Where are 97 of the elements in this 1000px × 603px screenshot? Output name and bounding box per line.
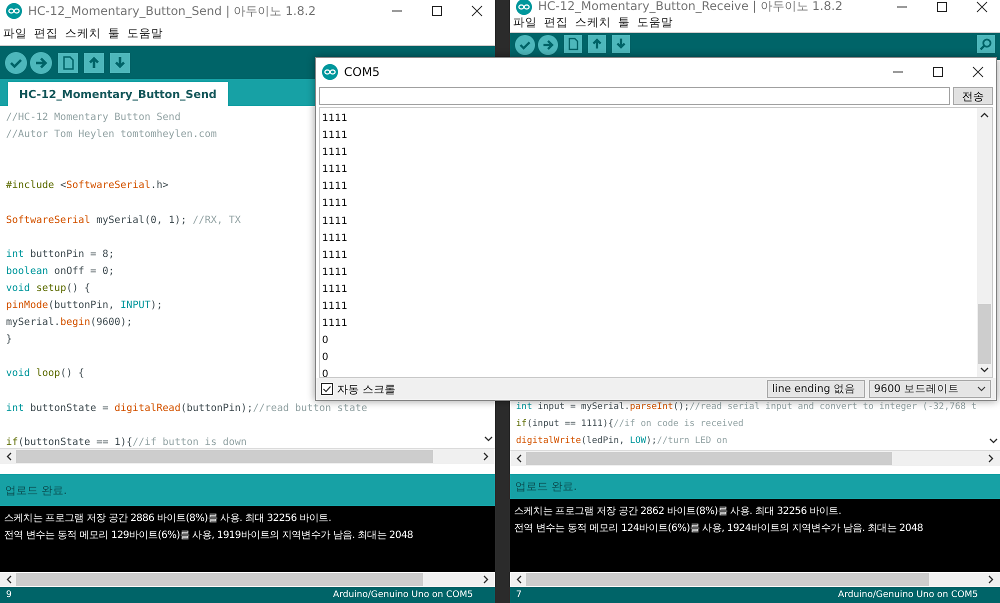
window-title: HC-12_Momentary_Button_Receive | 아두이노 1.8.2 <box>538 0 843 13</box>
code-line: digitalWrite(ledPin, LOW);//turn LED on <box>516 434 728 448</box>
status-message: 업로드 완료. <box>5 482 67 498</box>
output-line: 1111 <box>322 163 348 178</box>
output-line: 1111 <box>322 129 348 144</box>
console-line: 전역 변수는 동적 메모리 129바이트(6%)를 사용, 1919바이트의 지역변수가 남음. 최대는 2048 <box>4 529 414 543</box>
console-line: 스케치는 프로그램 저장 공간 2862 바이트(8%)를 사용. 최대 32256 바이트. <box>514 505 842 519</box>
code-line: #include <SoftwareSerial.h> <box>6 179 169 194</box>
down-chevron-icon[interactable] <box>980 367 989 373</box>
arduino-logo-icon <box>6 3 22 19</box>
left-chevron-icon[interactable] <box>6 575 12 584</box>
status-message: 업로드 완료. <box>515 479 577 494</box>
code-line: boolean onOff = 0; <box>6 264 114 279</box>
dropdown[interactable]: 9600 보드레이트 <box>869 380 991 398</box>
close-icon[interactable] <box>972 66 984 78</box>
close-icon[interactable] <box>471 5 483 17</box>
close-icon[interactable] <box>976 0 988 12</box>
output-line: 1111 <box>322 180 348 194</box>
board-info: Arduino/Genuino Uno on COM5 <box>333 590 473 600</box>
output-line: 1111 <box>322 232 348 246</box>
scrollbar-thumb[interactable] <box>16 573 424 586</box>
output-line: 1111 <box>322 282 348 297</box>
menu-item[interactable]: 스케치 <box>575 15 611 30</box>
maximize-icon[interactable] <box>932 66 944 78</box>
code-line: int buttonPin = 8; <box>6 248 114 262</box>
document-icon[interactable] <box>58 52 78 72</box>
code-line: int input = mySerial.parseInt();//read serial input and convert to integer (-32,768 t <box>516 400 977 414</box>
menu-item[interactable]: 툴 <box>618 15 630 30</box>
board-info: Arduino/Genuino Uno on COM5 <box>838 590 978 600</box>
dropdown[interactable]: line ending 없음 <box>767 380 865 398</box>
left-chevron-icon[interactable] <box>6 452 12 461</box>
scrollbar-thumb[interactable] <box>16 450 433 463</box>
code-line: //HC-12 Momentary Button Send <box>6 111 181 125</box>
input-field[interactable] <box>319 87 950 105</box>
line-number: 9 <box>6 590 12 600</box>
window-title: HC-12_Momentary_Button_Send | 아두이노 1.8.2 <box>28 2 316 20</box>
output-line: 1111 <box>322 146 348 160</box>
maximize-icon[interactable] <box>431 5 443 17</box>
up-chevron-icon[interactable] <box>980 112 989 118</box>
code-line: void loop() { <box>6 367 84 382</box>
arduino-logo-icon <box>322 64 338 80</box>
line-number: 7 <box>516 590 522 600</box>
code-line: pinMode(buttonPin, INPUT); <box>6 299 163 314</box>
output-line: 1111 <box>322 300 348 314</box>
code-line: if(input == 1111){//if on code is received <box>516 418 744 431</box>
document-icon[interactable] <box>564 35 582 53</box>
output-line: 1111 <box>322 112 348 126</box>
down-chevron-icon[interactable] <box>988 438 998 444</box>
menu-item[interactable]: 툴 <box>108 26 120 41</box>
check-icon[interactable] <box>515 35 535 55</box>
menu-item[interactable]: 도움말 <box>127 26 163 41</box>
menu-item[interactable]: 편집 <box>34 26 58 41</box>
down-chevron-icon[interactable] <box>484 436 492 442</box>
console-line: 스케치는 프로그램 저장 공간 2886 바이트(8%)를 사용. 최대 32256 바이트. <box>4 512 332 526</box>
output-line: 0 <box>322 334 330 348</box>
console-line: 전역 변수는 동적 메모리 124바이트(6%)를 사용, 1924바이트의 지역변수가 남음. 최대는 2048 <box>514 522 924 536</box>
window-title: COM5 <box>344 64 380 78</box>
output-line: 1111 <box>322 197 348 212</box>
tab[interactable]: HC-12_Momentary_Button_Send <box>8 82 228 106</box>
left-chevron-icon[interactable] <box>516 575 522 584</box>
menu-item[interactable]: 스케치 <box>65 26 101 41</box>
horizontal-scrollbar[interactable] <box>510 451 1000 466</box>
search-icon[interactable] <box>977 35 995 53</box>
code-line: mySerial.begin(9600); <box>6 316 132 330</box>
code-line: void setup() { <box>6 282 90 296</box>
right-chevron-icon[interactable] <box>483 452 489 461</box>
check-icon[interactable] <box>5 52 27 74</box>
right-chevron-icon[interactable] <box>483 575 489 584</box>
menu-item[interactable]: 파일 <box>513 15 537 30</box>
output-line: 1111 <box>322 248 348 263</box>
output-line: 1111 <box>322 317 348 332</box>
right-chevron-icon[interactable] <box>988 454 994 463</box>
checkbox[interactable] <box>321 383 333 395</box>
menu-item[interactable]: 파일 <box>3 26 27 41</box>
vertical-scrollbar[interactable] <box>977 108 992 377</box>
code-line: //Autor Tom Heylen tomtomheylen.com <box>6 128 217 142</box>
horizontal-scrollbar[interactable] <box>0 572 495 587</box>
send-button[interactable]: 전송 <box>953 87 993 105</box>
code-line: if(buttonState == 1){//if button is down <box>6 436 247 448</box>
horizontal-scrollbar[interactable] <box>510 572 1000 587</box>
right-chevron-icon[interactable] <box>988 575 994 584</box>
output-line: 1111 <box>322 214 348 229</box>
scrollbar-thumb[interactable] <box>526 452 892 465</box>
scrollbar-thumb[interactable] <box>978 304 991 364</box>
menu-item[interactable]: 도움말 <box>637 15 673 30</box>
code-line: int buttonState = digitalRead(buttonPin);//read button state <box>6 402 368 416</box>
caret-icon <box>977 386 986 392</box>
output-line: 0 <box>322 351 330 366</box>
menu-item[interactable]: 편집 <box>544 15 568 30</box>
scrollbar-thumb[interactable] <box>526 573 930 586</box>
checkbox-label: 자동 스크롤 <box>337 382 396 396</box>
horizontal-scrollbar[interactable] <box>0 449 495 464</box>
code-line: SoftwareSerial mySerial(0, 1); //RX, TX <box>6 214 241 228</box>
code-line: } <box>6 333 12 348</box>
output-line: 1111 <box>322 266 348 280</box>
maximize-icon[interactable] <box>936 0 948 12</box>
left-chevron-icon[interactable] <box>516 454 522 463</box>
